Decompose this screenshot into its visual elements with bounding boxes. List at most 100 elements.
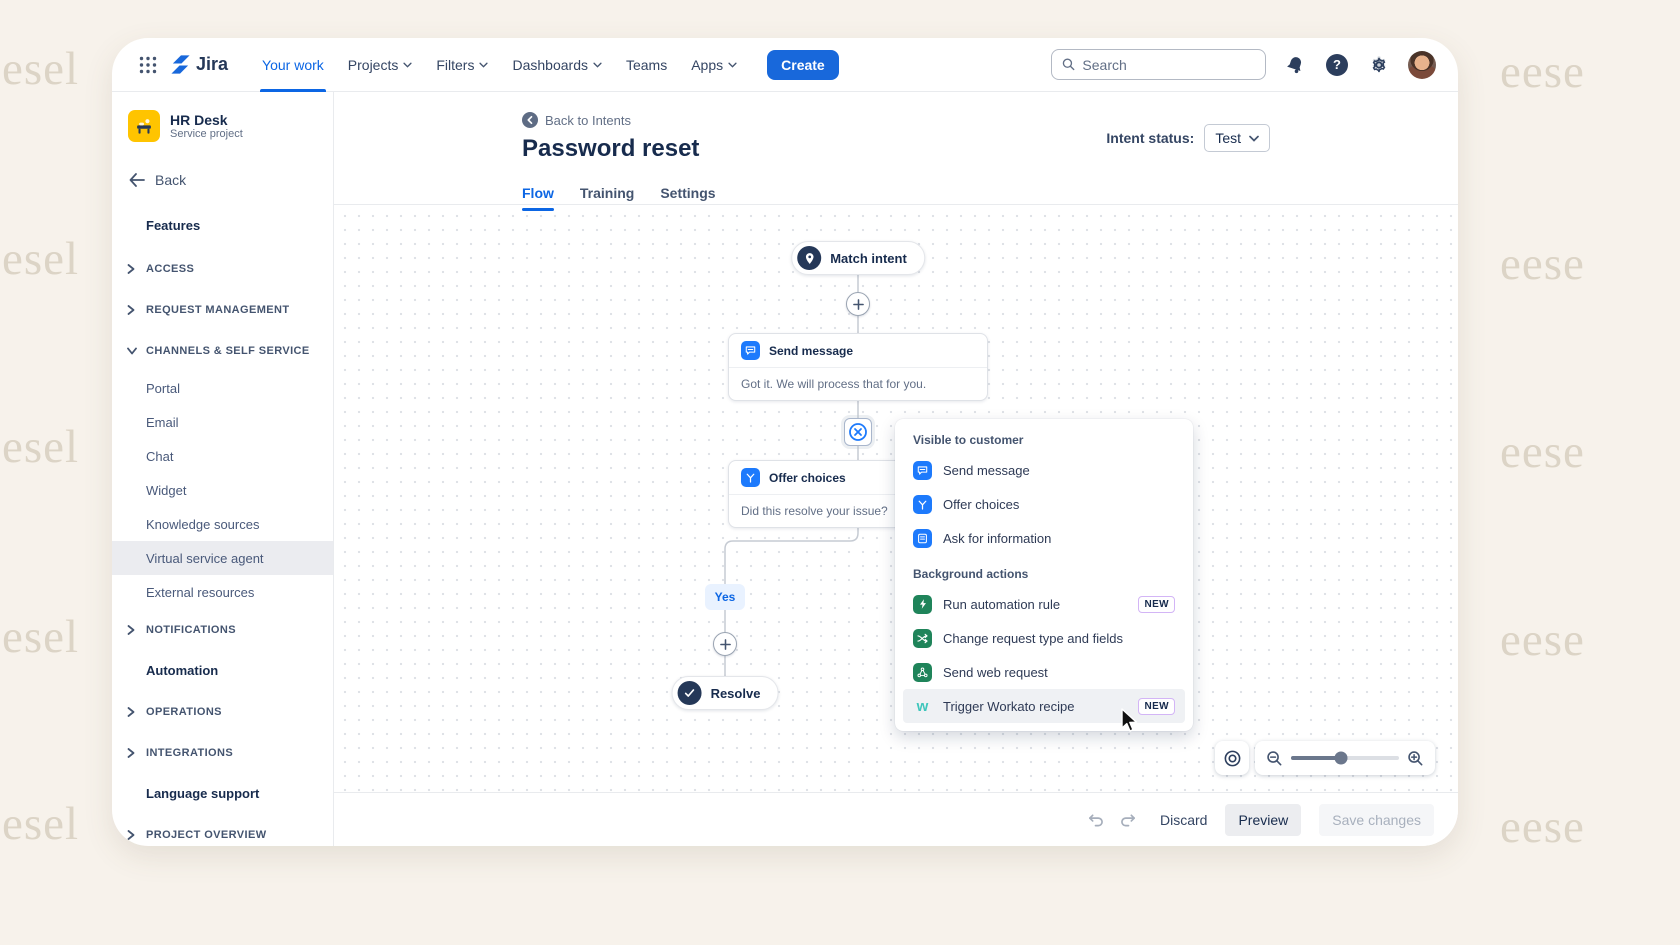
sidebar-back-button[interactable]: Back: [112, 168, 333, 192]
send-message-node[interactable]: Send message Got it. We will process tha…: [728, 333, 988, 401]
sidebar-item-chat[interactable]: Chat: [112, 439, 333, 473]
menu-item-trigger-workato-recipe[interactable]: w Trigger Workato recipe NEW: [903, 689, 1185, 723]
new-badge: NEW: [1138, 698, 1175, 715]
sidebar-section-project-overview[interactable]: PROJECT OVERVIEW: [112, 814, 333, 846]
zoom-slider-knob[interactable]: [1334, 752, 1347, 765]
sidebar-features-heading: Features: [112, 218, 333, 240]
main-content: Back to Intents Password reset Flow Trai…: [334, 92, 1458, 846]
app-switcher-icon[interactable]: [134, 51, 162, 79]
watermark-text: eese: [1500, 800, 1585, 854]
watermark-text: esel: [2, 797, 79, 851]
target-icon: [1223, 749, 1242, 768]
undo-icon[interactable]: [1086, 812, 1105, 828]
watermark-text: eese: [1500, 613, 1585, 667]
match-intent-node[interactable]: Match intent: [791, 241, 925, 275]
send-message-title: Send message: [769, 344, 853, 358]
help-icon[interactable]: ?: [1324, 52, 1350, 78]
chevron-right-icon: [127, 264, 135, 274]
sidebar-section-request-management[interactable]: REQUEST MANAGEMENT: [112, 289, 333, 330]
watermark-text: eese: [1500, 237, 1585, 291]
add-step-button-top[interactable]: [846, 292, 870, 316]
send-message-icon: [913, 461, 932, 480]
chevron-down-icon: [479, 62, 488, 68]
watermark-text: esel: [2, 610, 79, 664]
offer-choices-icon: [741, 468, 760, 487]
app-window: Jira Your work Projects Filters Dashboar…: [112, 38, 1458, 846]
preview-button[interactable]: Preview: [1225, 804, 1301, 836]
sidebar-section-access[interactable]: ACCESS: [112, 248, 333, 289]
discard-button[interactable]: Discard: [1160, 812, 1207, 828]
fit-to-view-button[interactable]: [1215, 741, 1249, 775]
jira-logo-icon: [170, 54, 191, 75]
sidebar-section-operations[interactable]: OPERATIONS: [112, 691, 333, 732]
sidebar-item-knowledge-sources[interactable]: Knowledge sources: [112, 507, 333, 541]
project-avatar-icon: [128, 110, 160, 142]
workato-icon: w: [913, 698, 932, 715]
redo-icon[interactable]: [1119, 812, 1138, 828]
sidebar-item-external-resources[interactable]: External resources: [112, 575, 333, 609]
zoom-out-icon[interactable]: [1266, 750, 1283, 767]
sidebar-item-widget[interactable]: Widget: [112, 473, 333, 507]
sidebar-item-automation[interactable]: Automation: [112, 650, 333, 691]
menu-heading-background: Background actions: [903, 555, 1185, 587]
create-button[interactable]: Create: [767, 50, 839, 80]
nav-apps[interactable]: Apps: [679, 38, 749, 92]
jira-logo[interactable]: Jira: [170, 54, 228, 75]
sidebar-item-email[interactable]: Email: [112, 405, 333, 439]
editor-footer: Discard Preview Save changes: [334, 792, 1458, 846]
send-message-icon: [741, 341, 760, 360]
search-input[interactable]: [1082, 57, 1255, 73]
nav-dashboards[interactable]: Dashboards: [500, 38, 614, 92]
sidebar-item-portal[interactable]: Portal: [112, 371, 333, 405]
close-action-menu-button[interactable]: [844, 418, 872, 446]
branch-yes-label[interactable]: Yes: [705, 584, 745, 610]
settings-gear-icon[interactable]: [1366, 52, 1392, 78]
web-request-icon: [913, 663, 932, 682]
chevron-right-icon: [127, 625, 135, 635]
menu-item-ask-for-information[interactable]: Ask for information: [903, 521, 1185, 555]
offer-choices-title: Offer choices: [769, 471, 846, 485]
nav-projects[interactable]: Projects: [336, 38, 425, 92]
watermark-text: esel: [2, 232, 79, 286]
nav-your-work[interactable]: Your work: [250, 38, 336, 92]
offer-choices-icon: [913, 495, 932, 514]
intent-status-dropdown[interactable]: Test: [1204, 124, 1270, 152]
top-nav: Jira Your work Projects Filters Dashboar…: [112, 38, 1458, 92]
user-avatar[interactable]: [1408, 51, 1436, 79]
chevron-right-icon: [127, 707, 135, 717]
search-box[interactable]: [1051, 49, 1266, 80]
zoom-in-icon[interactable]: [1407, 750, 1424, 767]
sidebar-item-language-support[interactable]: Language support: [112, 773, 333, 814]
mouse-cursor: [1120, 708, 1142, 734]
nav-filters[interactable]: Filters: [424, 38, 500, 92]
watermark-text: esel: [2, 420, 79, 474]
back-arrow-icon: [129, 173, 145, 187]
menu-item-change-request-type[interactable]: Change request type and fields: [903, 621, 1185, 655]
save-changes-button[interactable]: Save changes: [1319, 804, 1434, 836]
menu-item-send-web-request[interactable]: Send web request: [903, 655, 1185, 689]
sidebar-item-virtual-service-agent[interactable]: Virtual service agent: [112, 541, 333, 575]
nav-teams[interactable]: Teams: [614, 38, 679, 92]
watermark-text: eese: [1500, 425, 1585, 479]
match-intent-label: Match intent: [830, 251, 907, 266]
chevron-right-icon: [127, 748, 135, 758]
flow-canvas[interactable]: Match intent Send message Got it. We wil…: [334, 205, 1458, 792]
sidebar: HR Desk Service project Back Features AC…: [112, 92, 334, 846]
project-header[interactable]: HR Desk Service project: [112, 108, 333, 144]
sidebar-section-channels-self-service[interactable]: CHANNELS & SELF SERVICE: [112, 330, 333, 371]
search-icon: [1062, 57, 1075, 72]
menu-item-offer-choices[interactable]: Offer choices: [903, 487, 1185, 521]
add-step-button-bottom[interactable]: [713, 632, 737, 656]
sidebar-section-notifications[interactable]: NOTIFICATIONS: [112, 609, 333, 650]
sidebar-section-integrations[interactable]: INTEGRATIONS: [112, 732, 333, 773]
chevron-down-icon: [728, 62, 737, 68]
resolve-node[interactable]: Resolve: [672, 676, 779, 710]
notifications-icon[interactable]: [1282, 52, 1308, 78]
zoom-control: [1255, 741, 1435, 775]
zoom-slider[interactable]: [1291, 756, 1399, 760]
menu-item-send-message[interactable]: Send message: [903, 453, 1185, 487]
resolve-check-icon: [678, 681, 702, 705]
chevron-down-icon: [127, 347, 137, 355]
jira-logo-text: Jira: [196, 54, 228, 75]
menu-item-run-automation-rule[interactable]: Run automation rule NEW: [903, 587, 1185, 621]
